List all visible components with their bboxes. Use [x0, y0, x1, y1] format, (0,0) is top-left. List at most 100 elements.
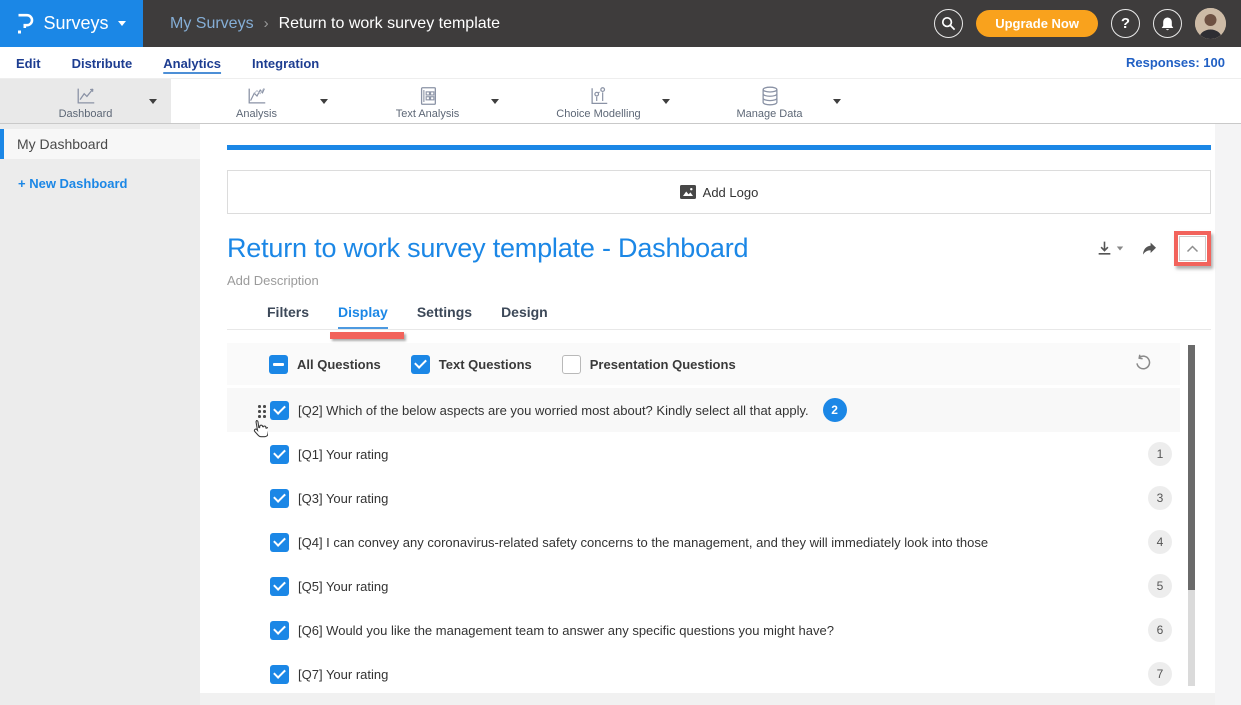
tab[interactable]: Display: [338, 304, 388, 329]
tab-label: Settings: [417, 304, 472, 320]
add-logo-button[interactable]: Add Logo: [227, 170, 1211, 214]
page-gutter-bottom: [200, 693, 1215, 705]
add-logo-label: Add Logo: [703, 185, 759, 200]
question-checkbox[interactable]: [270, 445, 289, 464]
question-checkbox[interactable]: [270, 533, 289, 552]
filter-label: Text Questions: [439, 357, 532, 372]
question-order-badge: 7: [1148, 662, 1172, 686]
reset-icon: [1134, 354, 1152, 372]
nav-tab-analytics[interactable]: Analytics: [163, 54, 221, 71]
avatar-photo: [1195, 8, 1226, 39]
help-button[interactable]: ?: [1111, 9, 1140, 38]
question-order-badge: 3: [1148, 486, 1172, 510]
dashboard-main: Add Logo Return to work survey template …: [200, 124, 1241, 705]
document-grid-icon: [417, 85, 439, 107]
scrollbar-track[interactable]: [1188, 590, 1195, 686]
filter-label: All Questions: [297, 357, 381, 372]
reset-button[interactable]: [1134, 354, 1152, 375]
question-label: [Q4] I can convey any coronavirus-relate…: [298, 535, 988, 550]
filter-option[interactable]: All Questions: [269, 355, 381, 374]
question-list: [Q2] Which of the below aspects are you …: [227, 388, 1180, 696]
title-actions: [1096, 231, 1211, 266]
toolbar-item[interactable]: Dashboard: [0, 79, 171, 123]
filter-checkbox[interactable]: [411, 355, 430, 374]
question-order-badge: 6: [1148, 618, 1172, 642]
user-avatar[interactable]: [1195, 8, 1226, 39]
question-row[interactable]: [Q2] Which of the below aspects are you …: [227, 388, 1180, 432]
new-dashboard-link[interactable]: + New Dashboard: [18, 176, 200, 191]
nav-tab-edit[interactable]: Edit: [16, 54, 41, 71]
search-button[interactable]: [934, 9, 963, 38]
question-row[interactable]: [Q1] Your rating 1 1: [227, 432, 1180, 476]
nav-tab-integration[interactable]: Integration: [252, 54, 319, 71]
annotation-highlight-box: [1174, 231, 1211, 266]
breadcrumb-separator: ›: [264, 15, 269, 32]
nav-tab-distribute[interactable]: Distribute: [72, 54, 133, 71]
toolbar-item-label: Choice Modelling: [556, 108, 640, 120]
chevron-down-icon[interactable]: [491, 99, 499, 104]
tab[interactable]: Settings: [417, 304, 472, 329]
question-row[interactable]: [Q3] Your rating 3 3: [227, 476, 1180, 520]
toolbar-item[interactable]: Text Analysis: [342, 79, 513, 123]
question-row[interactable]: [Q4] I can convey any coronavirus-relate…: [227, 520, 1180, 564]
upgrade-now-button[interactable]: Upgrade Now: [976, 10, 1098, 37]
search-icon: [941, 16, 956, 31]
top-header: Surveys My Surveys › Return to work surv…: [0, 0, 1241, 47]
breadcrumb-my-surveys[interactable]: My Surveys: [170, 15, 254, 33]
question-filter-bar: All Questions Text Questions Presentatio…: [227, 343, 1180, 385]
question-row[interactable]: [Q5] Your rating 5 5: [227, 564, 1180, 608]
tab[interactable]: Design: [501, 304, 548, 329]
toolbar-item-label: Analysis: [236, 108, 277, 120]
filter-checkbox[interactable]: [269, 355, 288, 374]
collapse-header-button[interactable]: [1179, 236, 1206, 261]
dashboard-tabs: Filters Display Settings Design: [227, 304, 1211, 330]
chevron-down-icon[interactable]: [149, 99, 157, 104]
question-label: [Q1] Your rating: [298, 447, 388, 462]
filter-checkbox[interactable]: [562, 355, 581, 374]
question-checkbox[interactable]: [270, 401, 289, 420]
question-order-badge: 1: [1148, 442, 1172, 466]
share-button[interactable]: [1140, 241, 1158, 257]
add-description-field[interactable]: Add Description: [227, 273, 1211, 288]
scrollbar-thumb[interactable]: [1188, 345, 1195, 590]
question-row[interactable]: [Q7] Your rating 7 7: [227, 652, 1180, 696]
breadcrumb: My Surveys › Return to work survey templ…: [170, 15, 500, 33]
toolbar-item[interactable]: Manage Data: [684, 79, 855, 123]
chevron-up-icon: [1186, 245, 1199, 253]
product-name: Surveys: [43, 13, 108, 34]
scatter-chart-icon: [588, 85, 610, 107]
product-switcher[interactable]: Surveys: [0, 0, 143, 47]
card-accent-bar: [227, 145, 1211, 150]
question-order-badge: 4: [1148, 530, 1172, 554]
toolbar-item[interactable]: Analysis: [171, 79, 342, 123]
question-checkbox[interactable]: [270, 489, 289, 508]
database-icon: [759, 85, 781, 107]
drag-handle-icon[interactable]: [258, 405, 266, 417]
download-button[interactable]: [1096, 240, 1124, 257]
tab[interactable]: Filters: [267, 304, 309, 329]
question-mark-icon: ?: [1121, 15, 1130, 32]
annotation-underline: [330, 332, 404, 339]
chevron-down-icon[interactable]: [320, 99, 328, 104]
hand-cursor-icon: [250, 419, 268, 439]
filter-option[interactable]: Text Questions: [411, 355, 532, 374]
toolbar-item[interactable]: Choice Modelling: [513, 79, 684, 123]
page-gutter: [1215, 124, 1241, 705]
question-checkbox[interactable]: [270, 665, 289, 684]
tab-label: Design: [501, 304, 548, 320]
bell-icon: [1160, 16, 1175, 32]
chevron-down-icon[interactable]: [833, 99, 841, 104]
chevron-down-icon[interactable]: [662, 99, 670, 104]
filter-option[interactable]: Presentation Questions: [562, 355, 736, 374]
sidebar-item-my-dashboard[interactable]: My Dashboard: [0, 129, 200, 159]
chevron-down-icon: [118, 21, 126, 26]
notifications-button[interactable]: [1153, 9, 1182, 38]
question-checkbox[interactable]: [270, 577, 289, 596]
question-label: [Q6] Would you like the management team …: [298, 623, 834, 638]
tab-label: Display: [338, 304, 388, 320]
analytics-toolbar: Dashboard Analysis Text Analysis Choice …: [0, 79, 1241, 124]
question-row[interactable]: [Q6] Would you like the management team …: [227, 608, 1180, 652]
dashboard-card: Add Logo Return to work survey template …: [227, 145, 1211, 696]
question-checkbox[interactable]: [270, 621, 289, 640]
toolbar-item-label: Text Analysis: [396, 108, 460, 120]
